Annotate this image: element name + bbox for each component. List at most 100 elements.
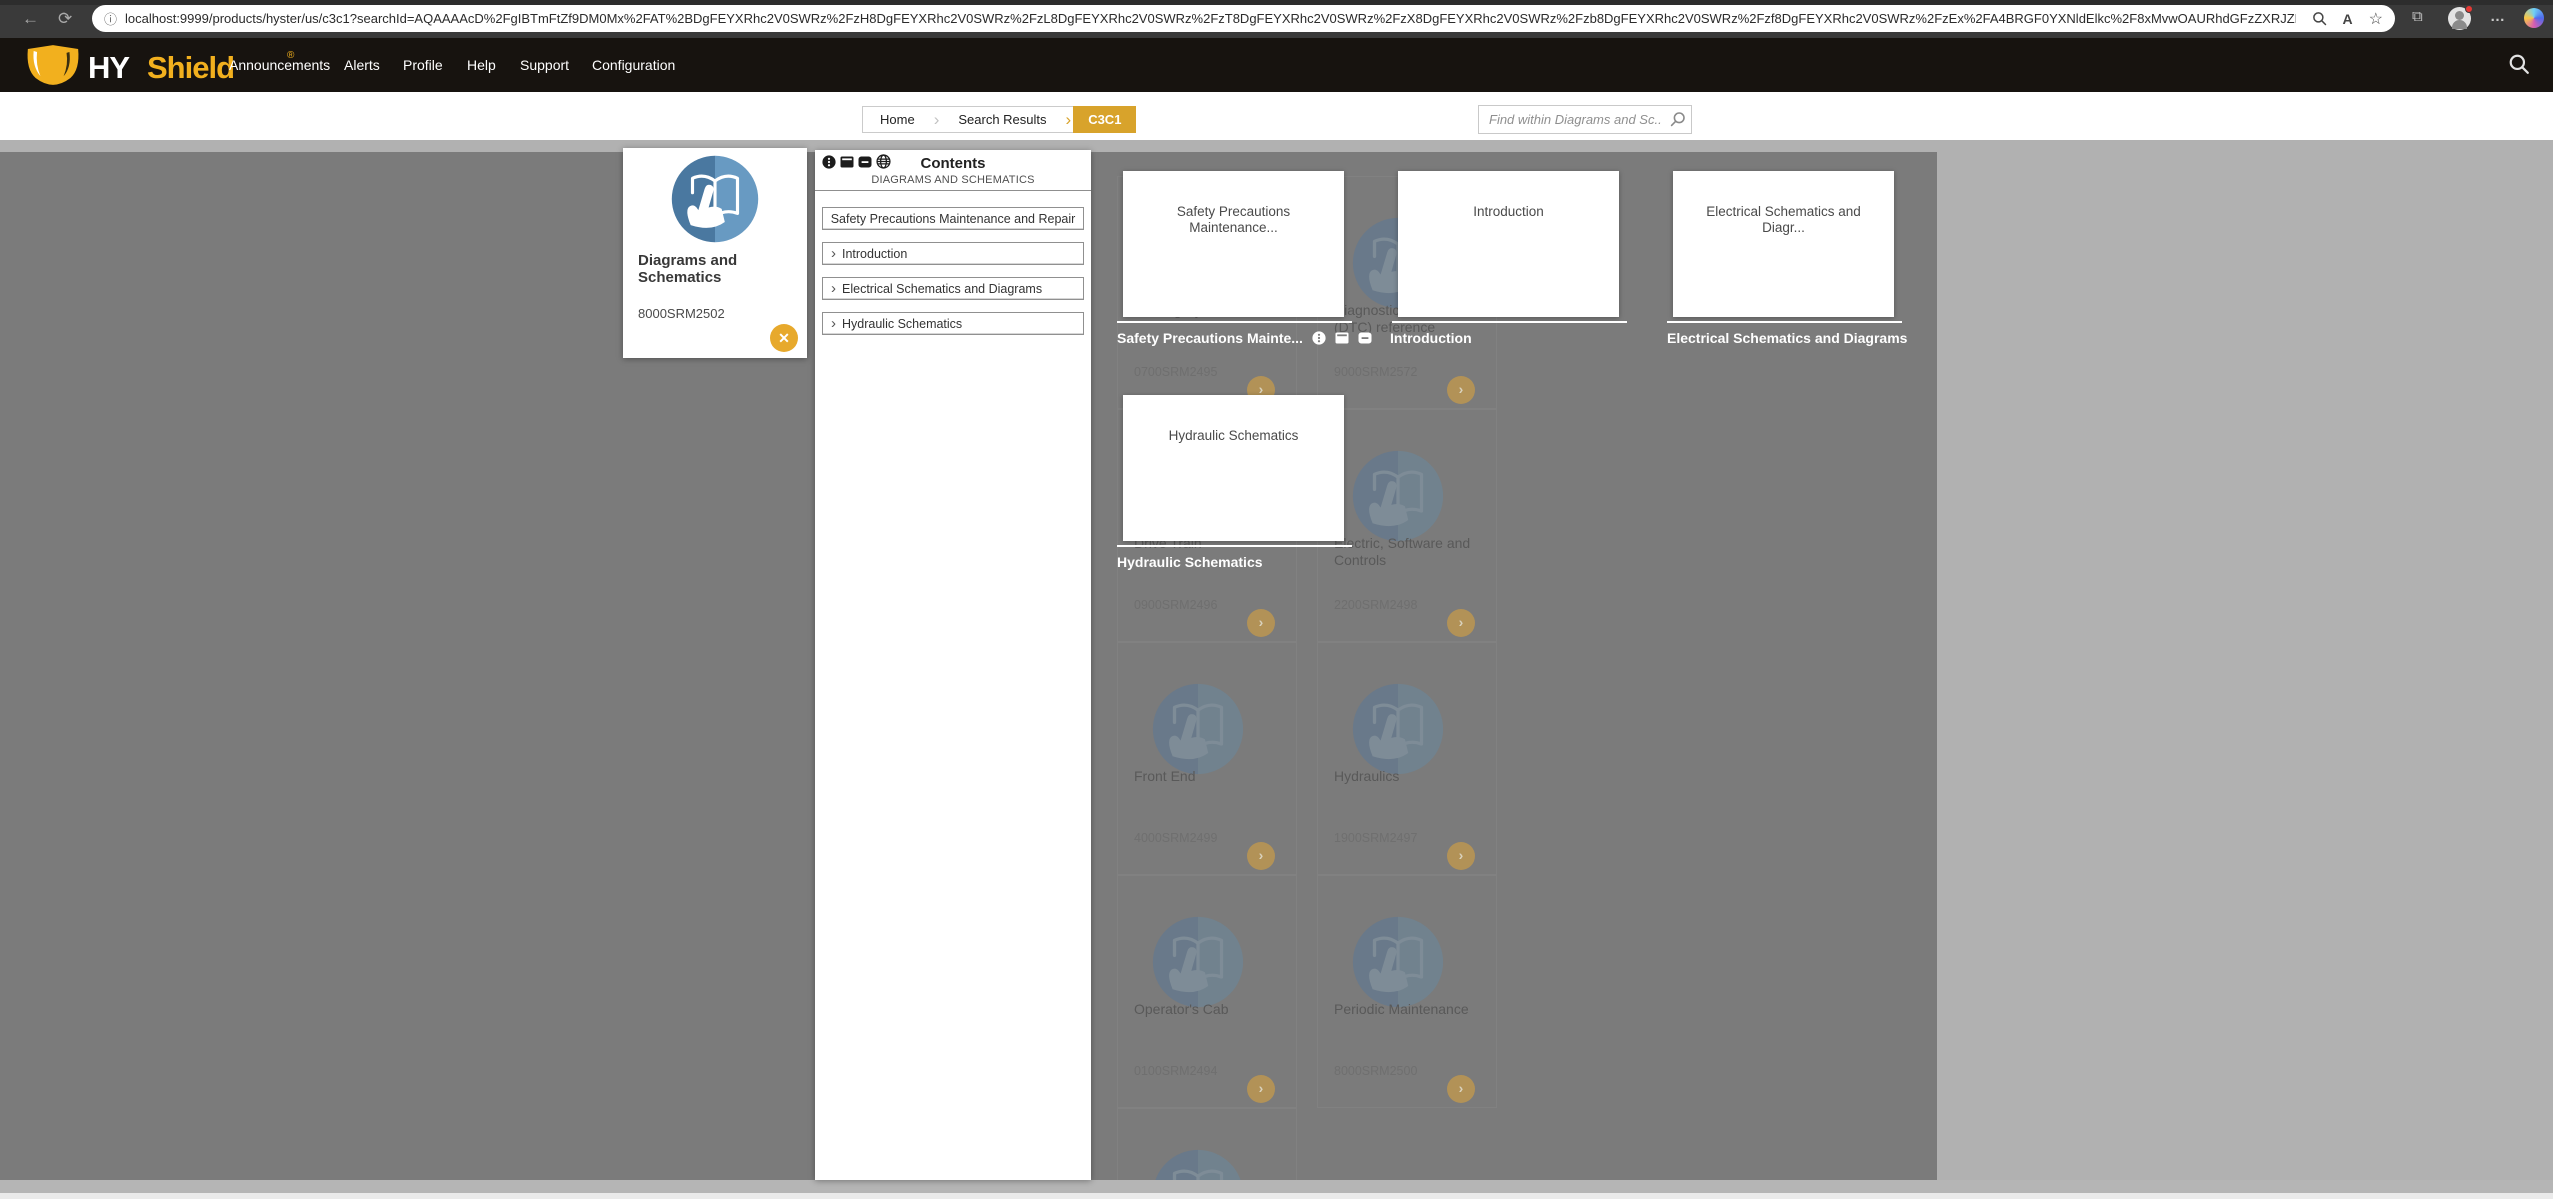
page-bottom-edge: [0, 1193, 2553, 1199]
preview-card-title: Hydraulic Schematics: [1123, 395, 1344, 444]
browser-chrome: ← ⟳ ⓘ localhost:9999/products/hyster/us/…: [0, 0, 2553, 38]
read-aloud-icon[interactable]: A: [2343, 11, 2353, 27]
nav-item-configuration[interactable]: Configuration: [592, 57, 675, 73]
tile-open-arrow-icon[interactable]: ›: [1447, 609, 1475, 637]
nav-item-help[interactable]: Help: [467, 57, 496, 73]
collapse-minus-icon[interactable]: [858, 155, 872, 169]
nav-item-alerts[interactable]: Alerts: [344, 57, 380, 73]
kebab-circle-icon[interactable]: [1312, 331, 1326, 345]
contents-panel: Contents DIAGRAMS AND SCHEMATICS Safety …: [815, 150, 1091, 1180]
find-within-search: [1478, 105, 1692, 134]
page-bottom-strip: [0, 1180, 2553, 1193]
chevron-right-icon: ›: [831, 246, 836, 261]
address-bar[interactable]: ⓘ localhost:9999/products/hyster/us/c3c1…: [92, 5, 2395, 32]
background-tile: Hydraulics 1900SRM2497 ›: [1317, 642, 1497, 875]
tile-open-arrow-icon[interactable]: ›: [1447, 1075, 1475, 1103]
globe-icon[interactable]: [876, 154, 891, 169]
preview-label-text: Introduction: [1390, 330, 1472, 346]
contents-item-label: Safety Precautions Maintenance and Repai…: [831, 212, 1076, 226]
url-text[interactable]: localhost:9999/products/hyster/us/c3c1?s…: [125, 11, 2296, 26]
close-button[interactable]: ✕: [770, 324, 798, 352]
nav-item-announcements[interactable]: Announcements: [229, 57, 330, 73]
preview-underline: [1117, 321, 1352, 323]
tile-id: 0100SRM2494: [1134, 1064, 1217, 1078]
tile-id: 1900SRM2497: [1334, 831, 1417, 845]
preview-card-introduction[interactable]: Introduction: [1398, 171, 1619, 317]
tile-open-arrow-icon[interactable]: ›: [1447, 842, 1475, 870]
breadcrumb-row: Home › Search Results › C3C1: [0, 92, 2553, 140]
contents-item-introduction[interactable]: › Introduction: [822, 242, 1084, 265]
tile-id: 4000SRM2499: [1134, 831, 1217, 845]
copilot-icon[interactable]: [2524, 8, 2544, 28]
contents-item-safety[interactable]: Safety Precautions Maintenance and Repai…: [822, 207, 1084, 230]
contents-item-label: Introduction: [842, 247, 907, 261]
avatar-head: [2455, 11, 2464, 20]
tab-home[interactable]: Home: [862, 106, 932, 133]
tile-title: Periodic Maintenance: [1334, 1001, 1469, 1017]
contents-header: Contents DIAGRAMS AND SCHEMATICS: [815, 150, 1091, 191]
tile-title: Hydraulics: [1334, 768, 1399, 784]
find-search-icon[interactable]: [1670, 111, 1686, 127]
tile-open-arrow-icon[interactable]: ›: [1247, 609, 1275, 637]
preview-card-title: Electrical Schematics and Diagr...: [1673, 171, 1894, 236]
browser-back-button[interactable]: ←: [22, 8, 39, 30]
preview-underline: [1117, 545, 1352, 547]
contents-item-hydraulic[interactable]: › Hydraulic Schematics: [822, 312, 1084, 335]
chevron-right-icon: ›: [831, 316, 836, 331]
tab-search-results[interactable]: Search Results: [941, 106, 1063, 133]
preview-label-hydraulic: Hydraulic Schematics: [1117, 554, 1263, 570]
tile-open-arrow-icon[interactable]: ›: [1247, 1075, 1275, 1103]
background-tile: Operator's Cab 0100SRM2494 ›: [1117, 875, 1297, 1108]
preview-label-text: Safety Precautions Mainte...: [1117, 330, 1303, 346]
hy-shield-logo-icon[interactable]: [24, 44, 82, 86]
kebab-circle-icon[interactable]: [822, 155, 836, 169]
selected-manual-title-line2: Schematics: [638, 269, 721, 286]
contents-item-label: Hydraulic Schematics: [842, 317, 962, 331]
zoom-out-icon[interactable]: [2312, 11, 2327, 26]
selected-manual-title: Diagrams and Schematics: [638, 252, 737, 286]
tab-c3c1-active[interactable]: C3C1: [1073, 106, 1136, 133]
tile-id: 2200SRM2498: [1334, 598, 1417, 612]
tile-id: 9000SRM2572: [1334, 365, 1417, 379]
tile-open-arrow-icon[interactable]: ›: [1247, 842, 1275, 870]
manual-book-icon: [1351, 915, 1445, 1009]
preview-card-hydraulic[interactable]: Hydraulic Schematics: [1123, 395, 1344, 541]
manual-book-icon: [1151, 1148, 1245, 1180]
selected-manual-title-line1: Diagrams and: [638, 252, 737, 269]
window-icon[interactable]: [840, 155, 854, 169]
manual-book-icon: [1351, 449, 1445, 543]
browser-profile-avatar[interactable]: [2448, 7, 2471, 30]
site-info-icon[interactable]: ⓘ: [104, 9, 117, 28]
manual-book-icon: [1151, 915, 1245, 1009]
logo-text-shield[interactable]: Shield: [147, 50, 234, 86]
tile-id: 0900SRM2496: [1134, 598, 1217, 612]
manual-book-icon: [1151, 682, 1245, 776]
preview-label-text: Hydraulic Schematics: [1117, 554, 1263, 570]
tile-open-arrow-icon[interactable]: ›: [1447, 376, 1475, 404]
window-icon[interactable]: [1335, 331, 1349, 345]
preview-card-title: Introduction: [1398, 171, 1619, 220]
notification-dot: [2465, 5, 2473, 13]
contents-item-electrical[interactable]: › Electrical Schematics and Diagrams: [822, 277, 1084, 300]
favorites-star-icon[interactable]: ☆: [2369, 9, 2383, 29]
breadcrumb-chevron-icon: ›: [932, 106, 942, 133]
browser-menu-icon[interactable]: …: [2490, 8, 2505, 25]
preview-card-safety[interactable]: Safety Precautions Maintenance...: [1123, 171, 1344, 317]
chevron-right-icon: ›: [831, 281, 836, 296]
browser-refresh-button[interactable]: ⟳: [58, 8, 72, 30]
tile-title: Operator's Cab: [1134, 1001, 1229, 1017]
collapse-minus-icon[interactable]: [1358, 331, 1372, 345]
nav-item-support[interactable]: Support: [520, 57, 569, 73]
collections-icon[interactable]: ⧉: [2412, 8, 2423, 25]
logo-text-hy[interactable]: HY: [88, 50, 129, 86]
tile-id: 0700SRM2495: [1134, 365, 1217, 379]
tile-title-line2: Controls: [1334, 552, 1386, 568]
preview-underline: [1667, 321, 1902, 323]
breadcrumb: Home › Search Results › C3C1: [862, 106, 1136, 133]
nav-search-icon[interactable]: [2508, 53, 2530, 75]
tile-title: Electric, Software and: [1334, 535, 1470, 551]
manual-book-icon: [1351, 682, 1445, 776]
find-within-input[interactable]: [1478, 105, 1692, 134]
nav-item-profile[interactable]: Profile: [403, 57, 443, 73]
preview-card-electrical[interactable]: Electrical Schematics and Diagr...: [1673, 171, 1894, 317]
